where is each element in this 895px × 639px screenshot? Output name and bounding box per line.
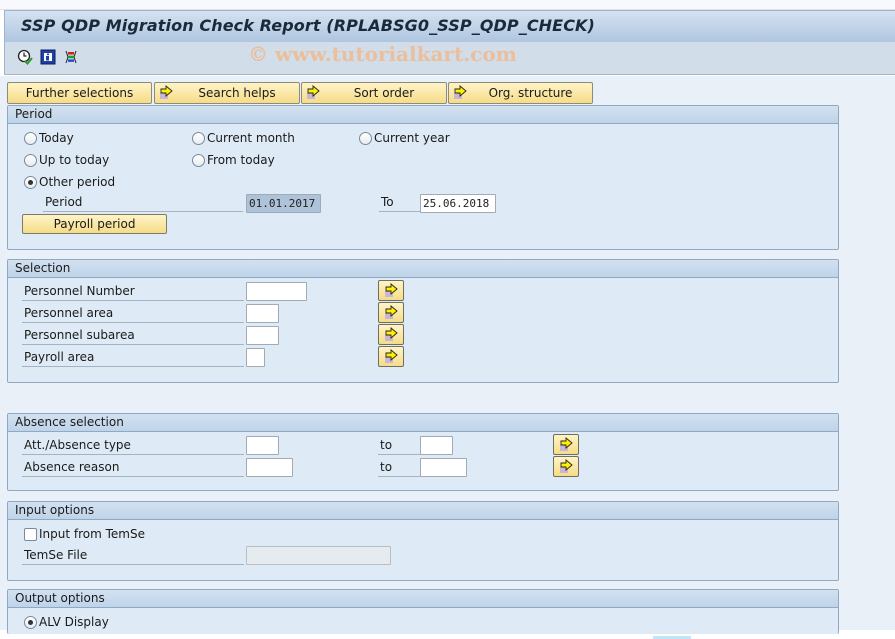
absence-type-from-input[interactable] bbox=[246, 436, 279, 455]
group-title: Absence selection bbox=[8, 414, 838, 432]
payroll-area-multiple-selection-button[interactable] bbox=[378, 346, 404, 367]
absence-reason-to-input[interactable] bbox=[420, 458, 467, 477]
absence-type-multiple-selection-button[interactable] bbox=[553, 434, 579, 455]
absence-reason-from-input[interactable] bbox=[246, 458, 293, 477]
radio-current-year[interactable] bbox=[359, 132, 372, 145]
to-label: to bbox=[378, 458, 420, 477]
watermark: © www.tutorialkart.com bbox=[248, 42, 517, 66]
multiple-selection-arrow-icon bbox=[453, 85, 469, 107]
group-title: Output options bbox=[8, 590, 838, 608]
radio-label: Current month bbox=[207, 131, 295, 145]
info-icon[interactable] bbox=[40, 49, 56, 65]
application-toolbar: © www.tutorialkart.com bbox=[4, 42, 895, 75]
personnel-number-label: Personnel Number bbox=[22, 282, 244, 301]
tab-search-helps[interactable]: Search helps bbox=[154, 82, 300, 104]
group-title: Input options bbox=[8, 502, 838, 520]
to-label: to bbox=[378, 436, 420, 455]
temse-file-label: TemSe File bbox=[22, 546, 244, 565]
multiple-selection-arrow-icon bbox=[385, 283, 398, 297]
execute-clock-icon[interactable] bbox=[17, 49, 33, 65]
multiple-selection-arrow-icon bbox=[560, 437, 573, 451]
radio-up-to-today[interactable] bbox=[24, 154, 37, 167]
personnel-area-multiple-selection-button[interactable] bbox=[378, 302, 404, 323]
radio-alv-display[interactable] bbox=[24, 616, 37, 629]
personnel-number-multiple-selection-button[interactable] bbox=[378, 280, 404, 301]
personnel-area-label: Personnel area bbox=[22, 304, 244, 323]
tab-sort-order[interactable]: Sort order bbox=[301, 82, 447, 104]
radio-label: Up to today bbox=[39, 153, 110, 167]
period-to-input[interactable]: 25.06.2018 bbox=[420, 194, 496, 213]
period-label: Period bbox=[43, 193, 243, 212]
multiple-selection-arrow-icon bbox=[385, 305, 398, 319]
title-bar: SSP QDP Migration Check Report (RPLABSG0… bbox=[4, 10, 895, 42]
tab-label: Org. structure bbox=[488, 86, 573, 100]
selection-screen: Further selections Search helps Sort ord… bbox=[0, 76, 895, 634]
period-from-input[interactable]: 01.01.2017 bbox=[246, 194, 321, 213]
radio-label: ALV Display bbox=[39, 615, 109, 629]
selection-screen-icon[interactable] bbox=[63, 49, 79, 65]
absence-selection-group: Absence selection Att./Absence type to A… bbox=[7, 413, 839, 491]
output-options-group: Output options ALV Display bbox=[7, 589, 839, 634]
window-title: SSP QDP Migration Check Report (RPLABSG0… bbox=[21, 16, 595, 35]
input-options-group: Input options Input from TemSe TemSe Fil… bbox=[7, 501, 839, 581]
tab-label: Further selections bbox=[25, 86, 134, 100]
payroll-area-label: Payroll area bbox=[22, 348, 244, 367]
selection-group: Selection Personnel Number Personnel are… bbox=[7, 259, 839, 383]
personnel-subarea-label: Personnel subarea bbox=[22, 326, 244, 345]
tab-further-selections[interactable]: Further selections bbox=[7, 82, 152, 104]
temse-file-input[interactable] bbox=[246, 546, 391, 565]
absence-reason-label: Absence reason bbox=[22, 458, 244, 477]
group-title: Period bbox=[8, 106, 838, 124]
payroll-area-input[interactable] bbox=[246, 348, 265, 367]
radio-label: Today bbox=[39, 131, 74, 145]
personnel-number-input[interactable] bbox=[246, 282, 307, 301]
absence-reason-multiple-selection-button[interactable] bbox=[553, 456, 579, 477]
personnel-subarea-input[interactable] bbox=[246, 326, 279, 345]
absence-type-label: Att./Absence type bbox=[22, 436, 244, 455]
radio-label: Current year bbox=[374, 131, 450, 145]
radio-other-period[interactable] bbox=[24, 176, 37, 189]
checkbox-label: Input from TemSe bbox=[39, 527, 145, 541]
radio-label: Other period bbox=[39, 175, 116, 189]
radio-from-today[interactable] bbox=[192, 154, 205, 167]
multiple-selection-arrow-icon bbox=[560, 459, 573, 473]
input-from-temse-checkbox[interactable] bbox=[24, 528, 37, 541]
radio-label: From today bbox=[207, 153, 275, 167]
tab-label: Sort order bbox=[353, 86, 415, 100]
absence-type-to-input[interactable] bbox=[420, 436, 453, 455]
multiple-selection-arrow-icon bbox=[306, 85, 322, 107]
multiple-selection-arrow-icon bbox=[159, 85, 175, 107]
multiple-selection-arrow-icon bbox=[385, 327, 398, 341]
personnel-subarea-multiple-selection-button[interactable] bbox=[378, 324, 404, 345]
multiple-selection-arrow-icon bbox=[385, 349, 398, 363]
payroll-period-button[interactable]: Payroll period bbox=[22, 214, 167, 234]
period-group: Period Today Current month Current year … bbox=[7, 105, 839, 250]
radio-current-month[interactable] bbox=[192, 132, 205, 145]
radio-today[interactable] bbox=[24, 132, 37, 145]
tab-org-structure[interactable]: Org. structure bbox=[448, 82, 593, 104]
personnel-area-input[interactable] bbox=[246, 304, 279, 323]
top-strip bbox=[0, 0, 895, 10]
tab-label: Search helps bbox=[198, 86, 276, 100]
group-title: Selection bbox=[8, 260, 838, 278]
to-label: To bbox=[379, 193, 421, 212]
